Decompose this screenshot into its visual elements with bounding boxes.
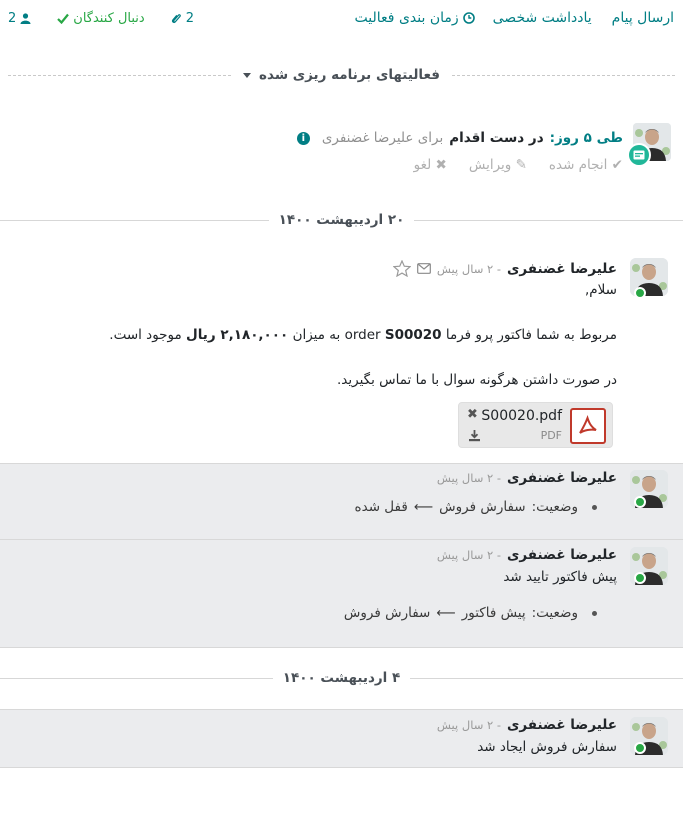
message-header: علیرضا غضنفری - ۲ سال پیش (437, 717, 617, 733)
caret-down-icon (243, 72, 252, 78)
planned-activities-toggle[interactable]: فعالیتهای برنامه ریزی شده (231, 67, 452, 83)
tracking-old-value: سفارش فروش (439, 499, 526, 515)
message-greeting: سلام, (584, 282, 617, 298)
author-name[interactable]: علیرضا غضنفری (507, 717, 617, 733)
message: علیرضا غضنفری - ۲ سال پیش پیش فاکتور تای… (0, 540, 683, 648)
download-icon[interactable] (468, 429, 481, 442)
tracking-field: وضعیت: (531, 499, 578, 515)
arrow-left-icon: ⟵ (413, 499, 434, 515)
body-text: موجود است. (109, 327, 187, 343)
info-icon[interactable]: i (296, 131, 310, 145)
clock-icon (462, 12, 475, 24)
divider (451, 74, 675, 76)
divider (0, 219, 269, 221)
planned-activities-title: فعالیتهای برنامه ریزی شده (259, 67, 440, 83)
online-status-icon (634, 496, 646, 508)
log-note-button[interactable]: یادداشت شخصی (493, 10, 592, 26)
message-body: مربوط به شما فاکتور پرو فرما order S0002… (109, 327, 617, 343)
chatter-actions: ارسال پیام یادداشت شخصی زمان بندی فعالیت (337, 10, 674, 26)
message: علیرضا غضنفری - ۲ سال پیش سفارش فروش ایج… (0, 709, 683, 768)
body-text: مربوط به شما فاکتور پرو فرما (445, 327, 617, 343)
mark-done-button[interactable]: ✔ انجام شده (549, 157, 623, 173)
planned-activities-separator: فعالیتهای برنامه ریزی شده (7, 64, 675, 86)
author-name[interactable]: علیرضا غضنفری (507, 261, 617, 277)
attachment-card[interactable]: S00020.pdf PDF ✖ (458, 402, 613, 448)
date-label: ۴ اردیبهشت ۱۴۰۰ (282, 670, 401, 686)
online-status-icon (634, 742, 646, 754)
message-date: - ۲ سال پیش (436, 718, 502, 732)
bullet (592, 504, 597, 510)
edit-button[interactable]: ✎ ویرایش (469, 157, 527, 173)
message: علیرضا غضنفری - ۲ سال پیش وضعیت: سفارش ف… (0, 463, 683, 540)
activity-type-icon (627, 143, 651, 167)
pdf-file-icon[interactable] (570, 408, 606, 444)
message-contact-line: در صورت داشتن هرگونه سوال با ما تماس بگی… (337, 372, 617, 388)
arrow-left-icon: ⟵ (436, 605, 456, 621)
followers-button[interactable]: 2 (8, 11, 31, 26)
attachment-type: PDF (540, 429, 562, 442)
chatter-topbar: ارسال پیام یادداشت شخصی زمان بندی فعالیت… (0, 0, 683, 36)
follow-label: دنبال کنندگان (73, 10, 145, 26)
chatter-counters: 2 دنبال کنندگان 2 (8, 0, 194, 36)
planned-activity: طی ۵ روز: در دست اقدام برای علیرضا غضنفر… (111, 123, 671, 183)
tracking-field: وضعیت: (531, 605, 578, 621)
followers-count: 2 (8, 10, 17, 26)
check-icon (57, 13, 70, 24)
tracking-value: وضعیت: پیش فاکتور ⟵ سفارش فروش (344, 605, 597, 621)
activity-actions: ✔ انجام شده ✎ ویرایش ✖ لغو (414, 157, 623, 173)
tracking-value: وضعیت: سفارش فروش ⟵ قفل شده (355, 499, 597, 515)
cancel-button[interactable]: ✖ لغو (414, 157, 447, 173)
message-date: - ۲ سال پیش (436, 261, 502, 276)
schedule-activity-label: زمان بندی فعالیت (354, 10, 459, 26)
author-name[interactable]: علیرضا غضنفری (507, 547, 617, 563)
tracking-old-value: پیش فاکتور (461, 605, 526, 621)
message-header: علیرضا غضنفری - ۲ سال پیش (392, 260, 617, 277)
paperclip-icon (171, 13, 181, 23)
date-label: ۲۰ اردیبهشت ۱۴۰۰ (278, 212, 405, 228)
author-name[interactable]: علیرضا غضنفری (507, 470, 617, 486)
message-body: پیش فاکتور تایید شد (503, 569, 617, 585)
message-body: سفارش فروش ایجاد شد (477, 739, 617, 755)
attachments-count: 2 (185, 10, 194, 26)
attachment-name: S00020.pdf (481, 408, 562, 424)
divider (7, 74, 232, 76)
activity-summary: در دست اقدام (449, 130, 544, 146)
send-message-button[interactable]: ارسال پیام (612, 10, 674, 26)
activity-header: طی ۵ روز: در دست اقدام برای علیرضا غضنفر… (296, 130, 623, 146)
message-date: - ۲ سال پیش (436, 548, 502, 562)
online-status-icon (634, 572, 646, 584)
edit-label: ویرایش (468, 157, 512, 173)
order-reference: S00020 (384, 327, 442, 343)
user-icon (20, 12, 31, 24)
star-icon[interactable] (392, 260, 411, 277)
envelope-icon[interactable] (416, 263, 431, 274)
bullet (592, 610, 597, 616)
attachments-button[interactable]: 2 (171, 11, 194, 26)
activity-due: طی ۵ روز: (549, 130, 623, 146)
body-text: به میزان (288, 327, 345, 343)
follow-button[interactable]: دنبال کنندگان (57, 10, 145, 26)
message-date: - ۲ سال پیش (436, 471, 502, 485)
message-header: علیرضا غضنفری - ۲ سال پیش (437, 470, 617, 486)
cancel-label: لغو (413, 157, 432, 173)
date-separator: ۴ اردیبهشت ۱۴۰۰ (0, 667, 683, 689)
mark-done-label: انجام شده (548, 157, 608, 173)
order-amount: ۲,۱۸۰,۰۰۰ ریال (186, 327, 289, 343)
message-header: علیرضا غضنفری - ۲ سال پیش (437, 547, 617, 563)
schedule-activity-button[interactable]: زمان بندی فعالیت (355, 10, 475, 26)
online-status-icon (634, 287, 646, 299)
date-separator: ۲۰ اردیبهشت ۱۴۰۰ (0, 209, 683, 231)
tracking-new-value: قفل شده (354, 499, 408, 515)
divider (410, 677, 683, 679)
divider (414, 219, 683, 221)
divider (0, 677, 273, 679)
tracking-new-value: سفارش فروش (343, 605, 431, 621)
remove-attachment-icon[interactable]: ✖ (467, 407, 478, 422)
activity-assignee: برای علیرضا غضنفری (321, 130, 444, 146)
